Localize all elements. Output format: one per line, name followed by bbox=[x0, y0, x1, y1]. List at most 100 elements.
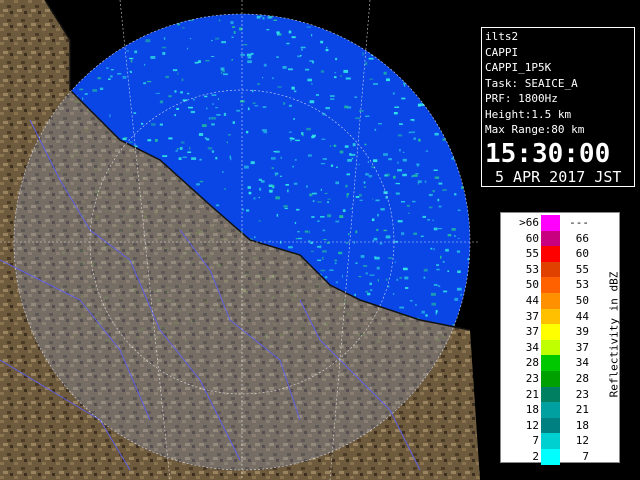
echo-speckle bbox=[223, 73, 228, 76]
echo-speckle bbox=[106, 67, 109, 69]
echo-speckle bbox=[263, 131, 268, 134]
echo-speckle bbox=[292, 165, 294, 168]
echo-speckle bbox=[339, 150, 344, 154]
echo-speckle bbox=[367, 161, 369, 163]
legend-row: 18 21 bbox=[501, 402, 601, 418]
echo-speckle bbox=[266, 29, 270, 31]
legend-swatch bbox=[541, 371, 560, 387]
legend-swatch bbox=[541, 402, 560, 418]
echo-speckle bbox=[386, 78, 390, 82]
echo-speckle bbox=[110, 75, 113, 78]
echo-speckle bbox=[438, 182, 443, 185]
echo-speckle bbox=[159, 123, 163, 126]
echo-speckle bbox=[123, 137, 128, 139]
echo-speckle bbox=[143, 82, 146, 85]
echo-speckle bbox=[322, 158, 327, 160]
echo-speckle bbox=[395, 182, 400, 185]
echo-speckle bbox=[399, 123, 403, 125]
echo-speckle bbox=[432, 190, 435, 193]
echo-speckle bbox=[327, 198, 331, 200]
echo-speckle bbox=[312, 192, 317, 195]
echo-speckle bbox=[288, 246, 293, 249]
echo-speckle bbox=[301, 48, 303, 51]
echo-speckle bbox=[188, 106, 193, 109]
echo-speckle bbox=[399, 148, 401, 152]
echo-speckle bbox=[388, 285, 390, 288]
echo-speckle bbox=[443, 290, 448, 293]
echo-speckle bbox=[401, 97, 406, 100]
echo-speckle bbox=[199, 158, 202, 161]
echo-speckle bbox=[254, 105, 259, 107]
echo-speckle bbox=[262, 106, 267, 108]
echo-speckle bbox=[201, 124, 207, 127]
echo-speckle bbox=[177, 23, 180, 26]
echo-speckle bbox=[430, 292, 436, 296]
echo-speckle bbox=[359, 199, 363, 201]
echo-speckle bbox=[161, 46, 167, 49]
echo-speckle bbox=[230, 157, 232, 161]
echo-speckle bbox=[339, 75, 342, 77]
product-name: CAPPI bbox=[485, 45, 519, 59]
echo-speckle bbox=[334, 72, 337, 74]
echo-speckle bbox=[159, 100, 164, 104]
echo-speckle bbox=[434, 176, 440, 179]
echo-speckle bbox=[329, 269, 334, 271]
echo-speckle bbox=[130, 59, 133, 63]
echo-speckle bbox=[126, 50, 129, 52]
echo-speckle bbox=[404, 276, 409, 280]
info-panel: ilts2 CAPPI CAPPI_1P5K Task: SEAICE_A PR… bbox=[481, 27, 635, 187]
echo-speckle bbox=[306, 127, 311, 131]
echo-speckle bbox=[204, 137, 207, 139]
echo-speckle bbox=[393, 112, 398, 115]
legend-swatch bbox=[541, 277, 560, 293]
echo-speckle bbox=[428, 193, 433, 197]
echo-speckle bbox=[134, 50, 138, 54]
echo-speckle bbox=[456, 250, 461, 253]
echo-speckle bbox=[408, 212, 410, 214]
echo-speckle bbox=[365, 290, 369, 293]
echo-speckle bbox=[168, 137, 173, 140]
echo-speckle bbox=[283, 102, 286, 105]
echo-speckle bbox=[307, 154, 312, 157]
echo-speckle bbox=[122, 137, 127, 141]
echo-speckle bbox=[317, 220, 320, 222]
echo-speckle bbox=[147, 139, 152, 142]
echo-speckle bbox=[151, 123, 156, 126]
echo-speckle bbox=[397, 169, 402, 172]
echo-speckle bbox=[287, 189, 289, 193]
echo-speckle bbox=[174, 114, 176, 117]
echo-speckle bbox=[312, 200, 315, 202]
echo-speckle bbox=[432, 219, 434, 221]
echo-speckle bbox=[176, 148, 179, 150]
echo-speckle bbox=[191, 157, 197, 160]
echo-speckle bbox=[288, 68, 293, 71]
echo-speckle bbox=[259, 187, 262, 191]
echo-speckle bbox=[320, 216, 325, 218]
echo-speckle bbox=[79, 88, 84, 91]
echo-speckle bbox=[406, 204, 410, 207]
echo-speckle bbox=[401, 201, 405, 203]
echo-speckle bbox=[280, 156, 282, 159]
echo-speckle bbox=[411, 175, 413, 178]
echo-speckle bbox=[194, 61, 199, 64]
echo-speckle bbox=[371, 218, 375, 222]
echo-speckle bbox=[82, 97, 84, 101]
echo-speckle bbox=[295, 238, 298, 240]
echo-speckle bbox=[354, 96, 358, 98]
echo-speckle bbox=[372, 198, 374, 200]
echo-speckle bbox=[425, 314, 428, 317]
echo-speckle bbox=[277, 86, 282, 88]
echo-speckle bbox=[294, 159, 297, 161]
echo-speckle bbox=[92, 89, 98, 92]
echo-speckle bbox=[454, 297, 459, 301]
echo-speckle bbox=[397, 161, 399, 164]
echo-speckle bbox=[433, 248, 435, 251]
echo-speckle bbox=[351, 157, 354, 160]
legend-high-value: --- bbox=[569, 216, 589, 229]
echo-speckle bbox=[345, 184, 348, 188]
echo-speckle bbox=[327, 201, 329, 203]
echo-speckle bbox=[415, 173, 419, 175]
legend-high-value: 66 bbox=[575, 231, 589, 245]
echo-speckle bbox=[322, 229, 326, 232]
echo-speckle bbox=[269, 190, 273, 193]
